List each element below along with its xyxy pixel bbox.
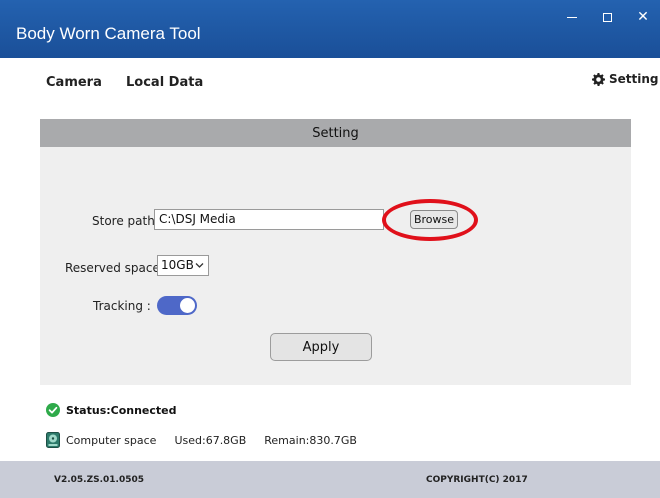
reserved-space-select[interactable]: 10GB xyxy=(157,255,209,276)
copyright-text: COPYRIGHT(C) 2017 xyxy=(426,475,528,485)
reserved-space-value: 10GB xyxy=(161,258,194,272)
check-circle-icon xyxy=(46,403,60,417)
setting-link-label: Setting xyxy=(609,72,659,86)
connection-status: Status:Connected xyxy=(46,403,177,417)
store-path-label: Store path: xyxy=(92,214,159,228)
close-button[interactable]: ✕ xyxy=(626,0,660,34)
store-path-input[interactable]: C:\DSJ Media xyxy=(154,209,384,230)
disk-icon xyxy=(46,432,60,448)
settings-panel-header: Setting xyxy=(40,119,631,147)
footer-bar: V2.05.ZS.01.0505 COPYRIGHT(C) 2017 xyxy=(0,461,660,498)
chevron-down-icon xyxy=(195,259,204,271)
version-text: V2.05.ZS.01.0505 xyxy=(54,475,145,485)
computer-space: Computer space Used:67.8GB Remain:830.7G… xyxy=(46,432,357,448)
setting-link[interactable]: Setting xyxy=(592,72,659,86)
apply-button[interactable]: Apply xyxy=(270,333,372,361)
title-bar: Body Worn Camera Tool ✕ xyxy=(0,0,660,58)
settings-panel-title: Setting xyxy=(312,125,359,141)
space-remain: Remain:830.7GB xyxy=(264,433,357,447)
computer-space-label: Computer space xyxy=(66,433,157,447)
tracking-label: Tracking : xyxy=(93,299,151,313)
tracking-toggle[interactable] xyxy=(157,296,197,315)
toggle-knob xyxy=(180,298,195,313)
nav-camera[interactable]: Camera xyxy=(46,75,102,90)
close-icon: ✕ xyxy=(637,9,649,25)
nav-local-data[interactable]: Local Data xyxy=(126,75,203,90)
highlight-circle xyxy=(382,199,478,241)
minimize-icon xyxy=(567,16,577,18)
minimize-button[interactable] xyxy=(555,0,589,34)
maximize-button[interactable] xyxy=(590,0,624,34)
reserved-space-label: Reserved space: xyxy=(65,261,164,275)
gear-icon xyxy=(592,72,605,86)
status-text: Status:Connected xyxy=(66,403,177,417)
maximize-icon xyxy=(602,12,612,22)
space-used: Used:67.8GB xyxy=(174,433,247,447)
window-title: Body Worn Camera Tool xyxy=(16,24,201,43)
